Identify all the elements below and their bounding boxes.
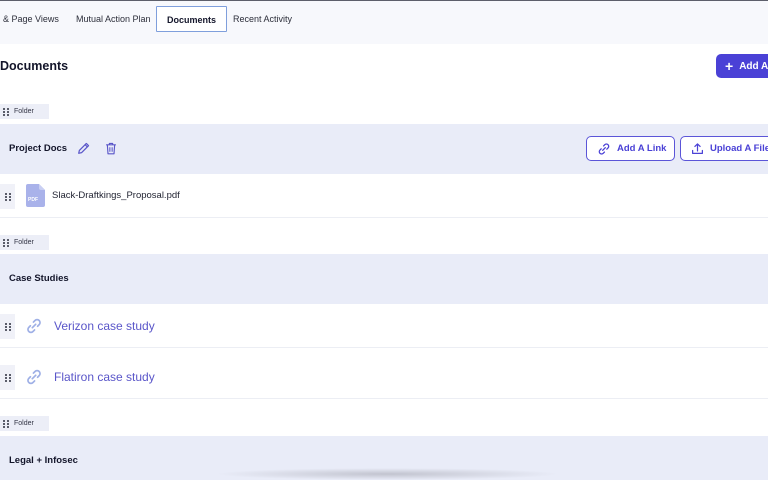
upload-file-label: Upload A File (710, 143, 768, 154)
trash-icon[interactable] (103, 140, 119, 156)
tab-recent-activity[interactable]: Recent Activity (223, 6, 302, 32)
link-icon (27, 369, 41, 385)
drag-handle-icon (3, 419, 9, 428)
folder-row-case-studies: Case Studies (0, 254, 768, 304)
add-button-label: Add A (739, 60, 768, 72)
add-link-label: Add A Link (617, 143, 667, 154)
upload-file-button[interactable]: Upload A File (680, 136, 768, 161)
upload-icon (692, 143, 703, 154)
tab-page-views[interactable]: & Page Views (0, 6, 69, 32)
pencil-icon[interactable] (75, 140, 91, 156)
folder-drag-tag[interactable]: Folder (0, 416, 49, 431)
list-item-pdf[interactable]: PDF Slack-Draftkings_Proposal.pdf (0, 174, 768, 218)
plus-icon: + (725, 58, 734, 74)
folder-drag-tag[interactable]: Folder (0, 104, 49, 119)
link-icon (598, 142, 610, 155)
link-icon (27, 318, 41, 334)
file-name[interactable]: Slack-Draftkings_Proposal.pdf (52, 190, 180, 201)
pdf-badge: PDF (28, 197, 38, 203)
drag-handle-icon (3, 238, 9, 247)
folder-tag-label: Folder (14, 239, 34, 246)
drag-handle-icon[interactable] (0, 314, 15, 339)
folder-name: Project Docs (9, 143, 68, 154)
pdf-file-icon (26, 184, 45, 207)
add-button[interactable]: + Add A (716, 54, 768, 78)
toast-shadow (215, 468, 560, 480)
tab-mutual-action-plan[interactable]: Mutual Action Plan (66, 6, 161, 32)
tab-documents[interactable]: Documents (156, 6, 228, 32)
folder-drag-tag[interactable]: Folder (0, 235, 49, 250)
page-title: Documents (0, 59, 69, 73)
drag-handle-icon (3, 107, 9, 116)
folder-tag-label: Folder (14, 420, 34, 427)
link-name[interactable]: Verizon case study (54, 319, 155, 333)
folder-name: Legal + Infosec (9, 455, 78, 466)
list-item-link[interactable]: Verizon case study (0, 304, 768, 348)
drag-handle-icon[interactable] (0, 184, 15, 209)
list-item-link[interactable]: Flatiron case study (0, 355, 768, 399)
add-link-button[interactable]: Add A Link (586, 136, 675, 161)
folder-name: Case Studies (9, 273, 69, 284)
tab-bar: & Page Views Mutual Action Plan Document… (0, 0, 768, 44)
link-name[interactable]: Flatiron case study (54, 370, 155, 384)
folder-tag-label: Folder (14, 108, 34, 115)
drag-handle-icon[interactable] (0, 365, 15, 390)
